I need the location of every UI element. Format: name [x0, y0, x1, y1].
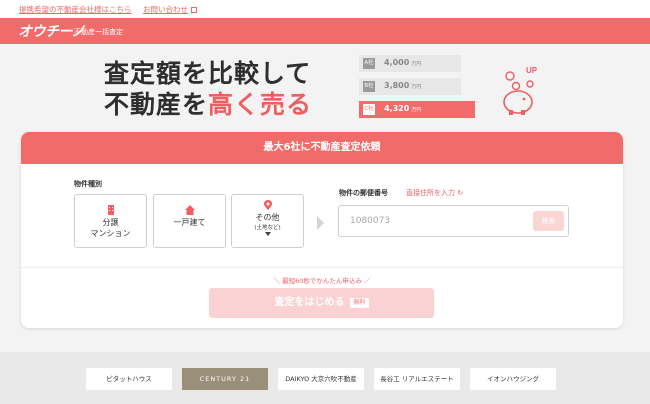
start-assessment-button[interactable]: 査定をはじめる 無料	[209, 288, 434, 318]
type-sublabel: (土地など)	[254, 225, 281, 231]
chevron-down-icon	[264, 232, 271, 236]
type-house-button[interactable]: 一戸建て	[153, 194, 226, 248]
site-header: オウチーノ 不動産一括査定	[0, 18, 650, 44]
type-label: 分譲	[102, 218, 119, 227]
search-button[interactable]: 検索	[533, 211, 564, 231]
partner-logo: 長谷工 リアルエステート	[374, 368, 460, 390]
type-condo-button[interactable]: 分譲 マンション	[74, 194, 147, 248]
quick-apply-note: ＼ 最短60秒でかんたん申込み ／	[273, 277, 371, 285]
headline-prefix: 不動産を	[104, 90, 209, 119]
rank-value: 4,000 万円	[384, 58, 422, 67]
partner-logo: イオンハウジング	[470, 368, 556, 390]
rank-badge: B社	[363, 81, 375, 92]
rank-bar-a: A社 4,000 万円	[359, 55, 461, 72]
rank-bar-b: B社 3,800 万円	[359, 78, 461, 95]
assessment-form-card: 最大6社に不動産査定依頼 物件種別 分譲 マンション 一戸建て その他 (土地な…	[21, 132, 623, 328]
top-links-bar: 提携希望の不動産会社様はこちら お問い合わせ	[0, 0, 650, 18]
partner-logo: DAIKYO 大京穴吹不動産	[278, 368, 364, 390]
divider	[21, 267, 623, 268]
house-icon	[184, 205, 195, 215]
hero-headline: 査定額を比較して 不動産を高く売る	[104, 58, 312, 120]
contact-link-label: お問い合わせ	[143, 5, 188, 14]
header-subtitle: 不動産一括査定	[74, 28, 123, 36]
hero-section: 査定額を比較して 不動産を高く売る A社 4,000 万円 B社 3,800 万円 …	[0, 44, 650, 138]
partner-link[interactable]: 提携希望の不動産会社様はこちら	[19, 4, 132, 15]
headline-line-2: 不動産を高く売る	[104, 89, 312, 120]
location-pin-icon	[263, 200, 272, 210]
rank-value: 4,320 万円	[384, 104, 422, 113]
headline-highlight: 高く売る	[208, 90, 313, 119]
rank-value: 3,800 万円	[384, 81, 422, 90]
headline-line-1: 査定額を比較して	[104, 59, 312, 88]
type-label: その他	[255, 213, 280, 222]
type-label-2: マンション	[90, 229, 131, 238]
partner-logos-footer: ピタットハウス CENTURY 21 DAIKYO 大京穴吹不動産 長谷工 リア…	[0, 352, 650, 404]
type-other-button[interactable]: その他 (土地など)	[231, 194, 304, 248]
rank-badge: A社	[363, 58, 375, 69]
piggy-bank-icon: UP	[503, 66, 538, 115]
type-label: 一戸建て	[173, 218, 206, 227]
zip-label: 物件の郵便番号	[339, 189, 388, 197]
rank-bar-c: C社 4,320 万円	[359, 101, 475, 118]
contact-link[interactable]: お問い合わせ	[143, 4, 197, 15]
partner-logo: CENTURY 21	[182, 368, 268, 390]
rank-badge: C社	[363, 104, 375, 115]
up-label: UP	[526, 66, 538, 75]
chevron-right-icon	[317, 216, 324, 230]
building-icon	[107, 205, 114, 215]
property-type-label: 物件種別	[74, 180, 102, 188]
direct-address-link[interactable]: 直接住所を入力 ↻	[406, 188, 463, 198]
form-title: 最大6社に不動産査定依頼	[21, 132, 623, 164]
partner-logo: ピタットハウス	[86, 368, 172, 390]
external-link-icon	[191, 7, 197, 13]
free-badge: 無料	[350, 298, 369, 308]
